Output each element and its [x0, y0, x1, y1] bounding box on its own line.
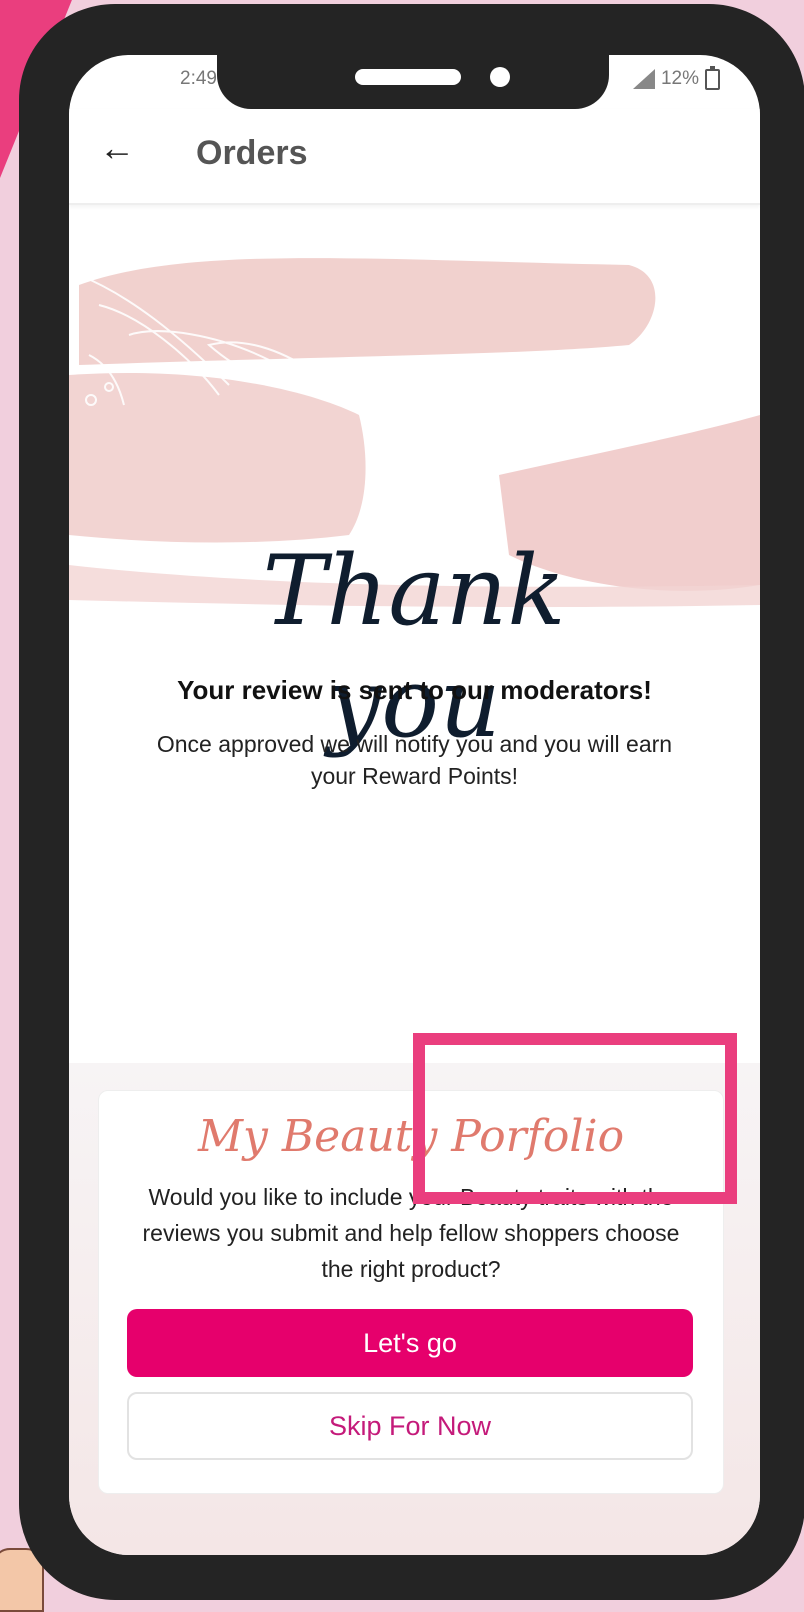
- phone-screen: 2:49 12% ← Orders Thank you Your review …: [69, 55, 760, 1555]
- side-button: [31, 327, 43, 442]
- app-bar: ← Orders: [69, 109, 760, 205]
- skip-for-now-button[interactable]: Skip For Now: [127, 1392, 693, 1460]
- status-indicators: 12%: [632, 65, 720, 90]
- highlight-annotation-box: [413, 1033, 737, 1204]
- thank-you-script-title: Thank you: [262, 535, 566, 759]
- status-time: 2:49: [180, 68, 217, 89]
- battery-icon: [705, 65, 720, 90]
- camera-dot: [490, 67, 510, 87]
- lets-go-button[interactable]: Let's go: [127, 1309, 693, 1377]
- reward-points-message: Once approved we will notify you and you…: [156, 731, 673, 789]
- signal-icon: [632, 69, 655, 89]
- page-title: Orders: [196, 134, 308, 172]
- review-sent-headline: Your review is sent to our moderators!: [177, 675, 652, 705]
- camera-notch: [217, 55, 609, 109]
- speaker-bar: [355, 69, 461, 85]
- arrow-left-icon[interactable]: ←: [99, 127, 135, 169]
- side-button: [31, 469, 43, 584]
- battery-percent: 12%: [660, 68, 699, 89]
- side-button: [31, 214, 43, 284]
